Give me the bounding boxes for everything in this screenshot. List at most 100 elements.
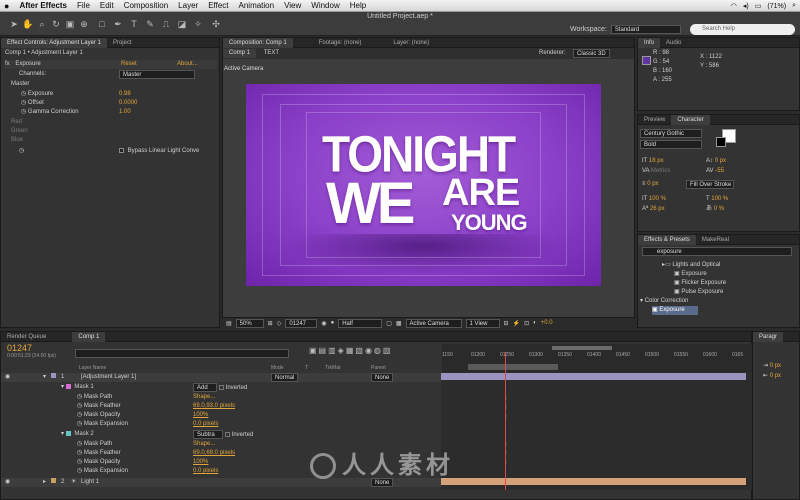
pen-tool-icon[interactable]: ✒ [112, 18, 124, 30]
column-trkmat[interactable]: TrkMat [325, 364, 340, 373]
region-of-interest-icon[interactable]: ▢ [386, 320, 392, 327]
zoom-tool-icon[interactable]: ⌕ [36, 18, 48, 30]
exposure-reset-icon[interactable]: ◐ [533, 320, 537, 326]
clone-stamp-tool-icon[interactable]: ⎍ [160, 18, 172, 30]
layer-1-duration-bar[interactable] [441, 373, 746, 380]
stopwatch-icon[interactable]: ◷ [77, 459, 82, 465]
puppet-tool-icon[interactable]: ✣ [210, 18, 222, 30]
app-menu[interactable]: After Effects [19, 1, 67, 10]
indent-left-value[interactable]: 0 px [770, 363, 781, 369]
composition-canvas[interactable]: TONIGHT WE ARE YOUNG [246, 84, 601, 286]
search-icon[interactable]: ⌕ [792, 2, 796, 10]
tab-makereal[interactable]: MakeReal [696, 235, 735, 245]
camera-view-dropdown[interactable]: Active Camera [405, 318, 462, 328]
tab-preview[interactable]: Preview [638, 115, 671, 125]
timeline-switches-toolbar[interactable]: ▣▤▥◈▦▧◉◍▨ [309, 346, 392, 355]
fast-previews-icon[interactable]: ⚡ [513, 320, 520, 327]
workspace-dropdown[interactable]: Standard [610, 25, 681, 34]
mask-expansion-value[interactable]: 0.0 pixels [193, 420, 218, 429]
hand-tool-icon[interactable]: ✋ [22, 18, 34, 30]
stroke-width-value[interactable]: 0 px [647, 181, 658, 187]
inverted-checkbox[interactable] [218, 384, 224, 390]
mask-path-value[interactable]: Shape... [193, 440, 215, 449]
channels-dropdown[interactable]: Master [119, 70, 195, 79]
time-navigator[interactable] [468, 364, 558, 370]
mask-feather-value[interactable]: 69.0,69.0 pixels [193, 449, 235, 458]
mask-path-value[interactable]: Shape... [193, 393, 215, 402]
tab-comp1-timeline[interactable]: Comp 1 [72, 331, 106, 342]
layer-name[interactable]: Light 1 [81, 478, 99, 487]
roto-brush-tool-icon[interactable]: ✧ [192, 18, 204, 30]
menu-view[interactable]: View [284, 1, 301, 10]
font-size-value[interactable]: 18 px [649, 158, 664, 164]
stopwatch-icon[interactable]: ◷ [77, 450, 82, 456]
layer-parent-dropdown[interactable]: None [371, 373, 394, 382]
layer-label-color[interactable] [51, 478, 56, 483]
volume-icon[interactable]: ◂) [743, 2, 749, 10]
stopwatch-icon[interactable]: ◷ [77, 441, 82, 447]
stopwatch-icon[interactable]: ◷ [21, 100, 26, 106]
font-family-dropdown[interactable]: Century Gothic [640, 129, 702, 138]
ep-item-exposure[interactable]: ▣ Exposure [674, 270, 707, 279]
flowchart-icon[interactable]: ⊡ [524, 320, 529, 327]
pixel-aspect-icon[interactable]: ⊟ [504, 320, 509, 327]
subtab-text[interactable]: TEXT [264, 50, 279, 56]
font-style-dropdown[interactable]: Bold [640, 140, 702, 149]
mask-mode-dropdown[interactable]: Add [193, 383, 217, 392]
menu-effect[interactable]: Effect [208, 1, 228, 10]
leading-value[interactable]: 0 px [715, 158, 726, 164]
stopwatch-icon[interactable]: ◷ [21, 91, 26, 97]
tab-effects-presets[interactable]: Effects & Presets [638, 234, 696, 245]
baseline-shift-value[interactable]: 26 px [650, 206, 665, 212]
safe-zones-icon[interactable]: ⊞ [268, 320, 273, 327]
exposure-value[interactable]: 0.98 [119, 90, 131, 99]
bypass-checkbox[interactable] [119, 147, 124, 153]
twirl-icon[interactable]: ▾ [61, 431, 64, 437]
red-group-label[interactable]: Red [11, 118, 22, 127]
layer-row-1[interactable]: ◉ ▾ 1 [Adjustment Layer 1] Normal None [1, 373, 441, 382]
twirl-icon[interactable]: ▾ [61, 384, 64, 390]
reset-button[interactable]: Reset [121, 60, 137, 69]
layer-name[interactable]: [Adjustment Layer 1] [81, 373, 136, 382]
ep-item-pulse-exposure[interactable]: ▣ Pulse Exposure [674, 288, 723, 297]
stopwatch-icon[interactable]: ◷ [77, 468, 82, 474]
brush-tool-icon[interactable]: ✎ [144, 18, 156, 30]
menu-composition[interactable]: Composition [124, 1, 168, 10]
blue-group-label[interactable]: Blue [11, 136, 23, 145]
tab-composition[interactable]: Composition: Comp 1 [223, 37, 293, 48]
eye-icon[interactable]: ◉ [5, 374, 10, 380]
mask-row-1[interactable]: ▾ Mask 1 [61, 383, 94, 392]
tab-project[interactable]: Project [107, 38, 138, 48]
mask-expansion-value[interactable]: 0.0 pixels [193, 467, 218, 476]
layer-label-color[interactable] [51, 373, 56, 378]
ep-item-exposure-selected[interactable]: ▣ Exposure [652, 306, 698, 315]
tab-footage[interactable]: Footage: (none) [313, 38, 368, 48]
tracking-value[interactable]: -55 [715, 168, 724, 174]
rotate-tool-icon[interactable]: ↻ [50, 18, 62, 30]
work-area-bar[interactable] [552, 346, 612, 350]
mask-mode-dropdown[interactable]: Subtra [193, 430, 223, 439]
show-channel-icon[interactable]: ● [331, 320, 335, 326]
column-parent[interactable]: Parent [371, 364, 386, 373]
mask-visibility-icon[interactable]: ◇ [277, 320, 282, 327]
ep-item-color-correction[interactable]: ▾ Color Correction [640, 297, 688, 306]
time-ruler[interactable]: 1150 01200 01250 01300 01350 01400 01450 01500 0… [442, 344, 753, 373]
column-t[interactable]: T [305, 364, 308, 373]
green-group-label[interactable]: Green [11, 127, 28, 136]
transparency-grid-icon[interactable]: ▦ [396, 320, 402, 327]
menu-edit[interactable]: Edit [100, 1, 114, 10]
stopwatch-icon[interactable]: ◷ [77, 421, 82, 427]
horizontal-scale-value[interactable]: 100 % [711, 196, 728, 202]
zoom-dropdown[interactable]: 50% [235, 318, 264, 328]
battery-icon[interactable]: ▭ [755, 2, 762, 10]
menu-window[interactable]: Window [311, 1, 339, 10]
indent-right-value[interactable]: 0 px [770, 373, 781, 379]
view-layout-dropdown[interactable]: 1 View [465, 318, 500, 328]
layer-mode-dropdown[interactable]: Normal [271, 373, 299, 382]
stopwatch-icon[interactable]: ◷ [77, 412, 82, 418]
gamma-value[interactable]: 1.00 [119, 108, 131, 117]
effects-search-input[interactable]: exposure [642, 247, 792, 256]
menu-layer[interactable]: Layer [178, 1, 198, 10]
tab-layer[interactable]: Layer: (none) [387, 38, 435, 48]
mask-opacity-value[interactable]: 100% [193, 411, 208, 420]
